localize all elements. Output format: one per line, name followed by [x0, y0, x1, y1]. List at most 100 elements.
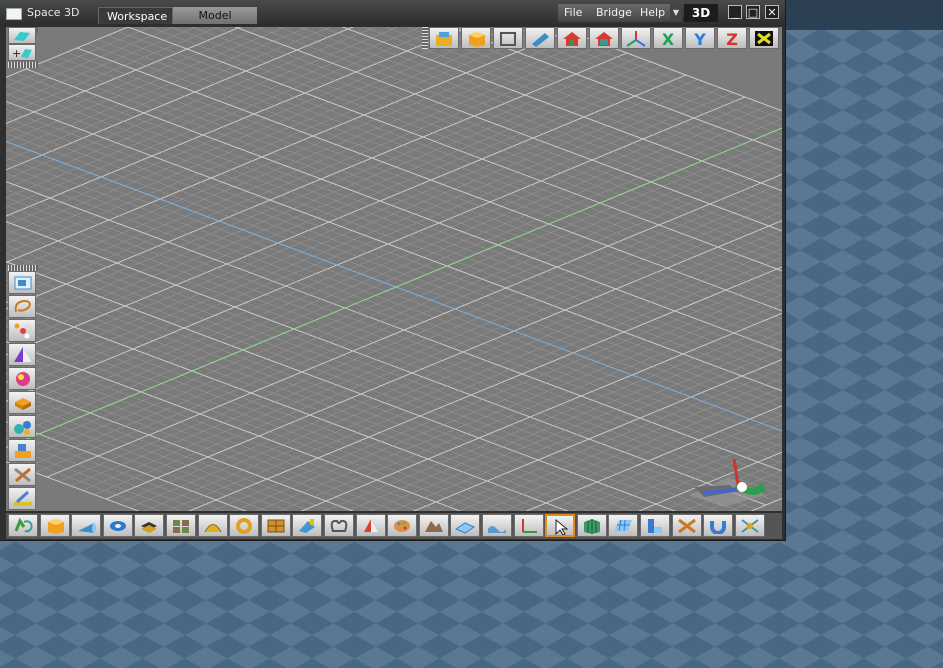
- house-view-alt-icon: [595, 32, 613, 46]
- axis-tripod-button[interactable]: [621, 27, 651, 49]
- plane-grid-icon: [455, 522, 476, 534]
- pointer-button[interactable]: [545, 514, 576, 537]
- tools-button[interactable]: [8, 463, 36, 486]
- extrude-icon: [648, 519, 662, 533]
- grid-cube-button[interactable]: [576, 514, 607, 537]
- house-view-alt-button[interactable]: [589, 27, 619, 49]
- view-mode-3d[interactable]: 3D: [684, 4, 718, 22]
- terrain-icon: [424, 521, 443, 532]
- solid-cube-button[interactable]: [461, 27, 491, 49]
- svg-text:+: +: [12, 47, 21, 59]
- grid-line: [6, 461, 140, 511]
- snap-button[interactable]: [734, 514, 765, 537]
- gradient-button[interactable]: [355, 514, 386, 537]
- cube-button[interactable]: [39, 514, 70, 537]
- palette-button[interactable]: [387, 514, 418, 537]
- y-axis-icon: Y: [693, 30, 706, 47]
- open-box-button[interactable]: [8, 391, 36, 414]
- axes-icon: [521, 519, 537, 533]
- atom-button[interactable]: [8, 319, 36, 342]
- pencil-ruler-button[interactable]: [8, 487, 36, 510]
- axes-button[interactable]: [513, 514, 544, 537]
- 3d-viewport[interactable]: + X Y Z: [6, 27, 782, 511]
- minimize-button[interactable]: _: [728, 5, 742, 19]
- cross-button[interactable]: [671, 514, 702, 537]
- z-axis-button[interactable]: Z: [717, 27, 747, 49]
- grid-line: [6, 445, 182, 511]
- grid-line: [170, 27, 782, 256]
- grid-line: [6, 157, 782, 448]
- z-axis-label: Z: [726, 30, 738, 47]
- sweep-icon: [204, 524, 222, 533]
- grid-line: [6, 317, 526, 511]
- add-object-button[interactable]: +: [8, 44, 36, 61]
- recycle-button[interactable]: [8, 514, 38, 537]
- torus-button[interactable]: [102, 514, 133, 537]
- fit-all-button[interactable]: [749, 27, 779, 49]
- plane-grid-button[interactable]: [450, 514, 481, 537]
- grid-line: [97, 39, 782, 296]
- solid-cube-icon: [469, 32, 485, 47]
- menu-help-label: Help: [640, 6, 666, 19]
- y-axis-button[interactable]: Y: [685, 27, 715, 49]
- tab-model[interactable]: Model: [173, 7, 257, 24]
- grid-line: [6, 30, 569, 263]
- sweep-button[interactable]: [197, 514, 228, 537]
- camera-button[interactable]: [525, 27, 555, 49]
- app-window: Space 3D Workspace Model File Bridge Hel…: [0, 0, 785, 540]
- grid-line: [6, 27, 556, 254]
- magnet-button[interactable]: [703, 514, 734, 537]
- grid-line: [6, 57, 639, 319]
- bubbles-button[interactable]: [8, 415, 36, 438]
- ring-button[interactable]: [229, 514, 260, 537]
- grid-line: [427, 27, 782, 160]
- grid-line: [6, 325, 504, 511]
- tiles-button[interactable]: [166, 514, 196, 537]
- x-axis-button[interactable]: X: [653, 27, 683, 49]
- house-view-button[interactable]: [557, 27, 587, 49]
- extrude-button[interactable]: [640, 514, 670, 537]
- grid-line: [6, 413, 268, 511]
- close-button[interactable]: ✕: [765, 5, 779, 19]
- render-preview-button[interactable]: [8, 271, 36, 294]
- grid-line: [6, 27, 511, 235]
- grid-line: [6, 349, 440, 511]
- open-folder-button[interactable]: [429, 27, 459, 49]
- stack-blocks-icon: [15, 444, 31, 458]
- color-prism-button[interactable]: [8, 343, 36, 366]
- menu-bridge[interactable]: Bridge: [590, 4, 640, 22]
- window-title: Space 3D: [27, 6, 80, 19]
- window-icon[interactable]: [6, 8, 22, 20]
- bubbles-icon: [14, 421, 31, 435]
- lasso-select-button[interactable]: [8, 295, 36, 318]
- stack-blocks-button[interactable]: [8, 439, 36, 462]
- add-object-icon: +: [12, 47, 32, 59]
- pointer-icon: [555, 518, 569, 535]
- grid-line: [6, 27, 489, 226]
- grid-line: [6, 389, 333, 511]
- cone-button[interactable]: [71, 514, 102, 537]
- chevron-down-icon[interactable]: ▼: [670, 4, 682, 22]
- crate-button[interactable]: [260, 514, 291, 537]
- open-folder-icon: [436, 32, 452, 46]
- grid-line: [117, 30, 782, 280]
- maximize-button[interactable]: □: [746, 5, 760, 19]
- house-view-icon: [563, 32, 581, 46]
- paint-button[interactable]: [292, 514, 323, 537]
- navigation-gizmo-icon[interactable]: [684, 447, 774, 507]
- grid-line: [35, 164, 782, 473]
- tab-workspace[interactable]: Workspace: [98, 7, 173, 24]
- select-object-button[interactable]: [8, 27, 36, 44]
- loop-curve-button[interactable]: [324, 514, 354, 537]
- top-toolbar-grip[interactable]: [422, 27, 428, 49]
- layers-button[interactable]: [134, 514, 165, 537]
- grid-plane-button[interactable]: [608, 514, 639, 537]
- tools-icon: [14, 467, 31, 483]
- grid-line: [6, 27, 242, 125]
- terrain-button[interactable]: [418, 514, 449, 537]
- wave-button[interactable]: [482, 514, 512, 537]
- grid-line: [6, 117, 782, 408]
- color-sphere-button[interactable]: [8, 367, 36, 390]
- cross-icon: [677, 518, 696, 534]
- wireframe-box-button[interactable]: [493, 27, 523, 49]
